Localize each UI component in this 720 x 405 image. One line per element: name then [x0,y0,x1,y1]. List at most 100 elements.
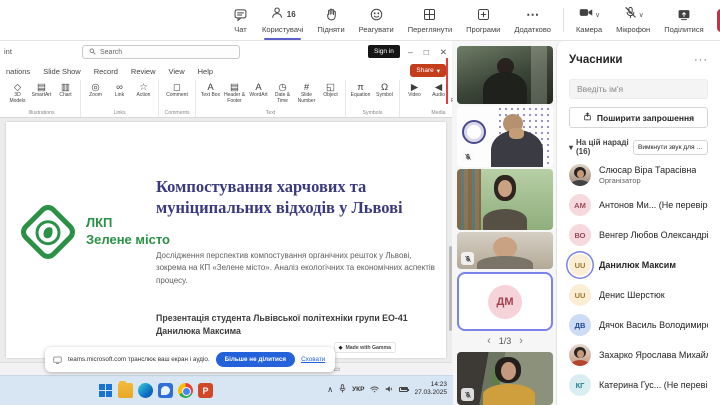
participant-row[interactable]: КГ Катерина Гус... (Не перевірено) [557,370,720,400]
more-icon: ⋯ [526,7,539,23]
zelene-misto-logo: ЛКП Зелене місто [20,210,170,254]
ribbon-button-chart[interactable]: ▥Chart [54,82,77,99]
ppt-ribbon-tabs: nations Slide Show Record Review View He… [0,63,452,80]
ribbon-button-symbol[interactable]: ΩSymbol [373,82,396,99]
volume-icon [385,380,393,398]
battery-icon [399,387,408,392]
windows-start-icon[interactable] [98,383,113,398]
video-tile-dm-active-speaker[interactable]: ДМ [457,272,553,331]
maximize-button[interactable]: □ [424,47,429,57]
participant-role: Організатор [599,176,696,185]
ppt-share-button[interactable]: Share▾ [410,64,446,77]
video-tile-3[interactable] [457,169,553,230]
participant-row-active-speaker[interactable]: UU Данилюк Максим [557,250,720,280]
stop-sharing-button[interactable]: Більше не ділитися [216,352,295,367]
video-pagination: ‹ 1/3 › [457,333,553,349]
video-tile-2[interactable] [457,106,553,167]
pagination-prev-icon[interactable]: ‹ [487,336,491,346]
avatar: UU [569,254,591,276]
share-invite-button[interactable]: Поширити запрошення [569,107,708,128]
participant-row[interactable]: ВО Венгер Любов Олександрівна [557,220,720,250]
slide-canvas: ЛКП Зелене місто Компостування харчових … [0,118,452,362]
powerpoint-app-icon[interactable]: P [198,383,213,398]
ribbon-button-wordart[interactable]: AWordArt [247,82,270,99]
mute-all-button[interactable]: Вимкнути звук для … [633,140,708,155]
in-meeting-section[interactable]: ▾ На цій нараді (16) [569,138,633,156]
ribbon-button-video[interactable]: ▶Video [403,82,426,99]
slide-body-text: Дослідження перспектив компостування орг… [156,250,436,287]
teams-meeting-window: Чат 16 Користувачі Підняти Реагувати [0,0,720,405]
share-screen-button[interactable]: Поділитися [657,0,710,40]
mic-muted-icon [623,5,638,25]
video-tile-1[interactable] [457,46,553,104]
ribbon-button-equation[interactable]: πEquation [349,82,372,99]
sign-in-button[interactable]: Sign in [368,45,400,58]
keyboard-language-indicator[interactable]: УКР [352,386,364,393]
notification-text: teams.microsoft.com транслює ваш екран і… [68,356,210,363]
participant-row[interactable]: UU Денис Шерстюк [557,280,720,310]
tab-view[interactable]: View [169,67,185,76]
raise-hand-button[interactable]: Підняти [310,0,351,40]
ribbon-button-zoom[interactable]: ◎Zoom [84,82,107,99]
participant-row[interactable]: Слюсар Віра Тарасівна Організатор [557,160,720,190]
pagination-next-icon[interactable]: › [519,336,523,346]
microphone-button[interactable]: ∨ Мікрофон [609,0,657,40]
chat-button[interactable]: Чат [226,0,255,40]
participant-search-input[interactable] [569,79,708,99]
meeting-toolbar: Чат 16 Користувачі Підняти Реагувати [0,0,720,41]
ribbon-button-header-footer[interactable]: ▤Header & Footer [223,82,246,105]
video-strip: ДМ ‹ 1/3 › [453,41,556,405]
ribbon-button-link[interactable]: ∞Link [108,82,131,99]
mic-options-chevron-icon[interactable]: ∨ [639,11,644,19]
video-strip-scrollbar[interactable] [449,246,452,331]
ppt-search-box[interactable]: Search [82,45,240,59]
file-explorer-icon[interactable] [118,383,133,398]
edge-browser-icon[interactable] [138,383,153,398]
tab-animations[interactable]: nations [6,67,30,76]
hide-notification-link[interactable]: Сховати [301,356,325,363]
tray-chevron-icon[interactable]: ∧ [327,385,333,394]
ribbon-button-comment[interactable]: ◻Comment [162,82,192,99]
tab-help[interactable]: Help [198,67,213,76]
leave-button[interactable]: Вийти [717,9,720,32]
tab-review[interactable]: Review [131,67,156,76]
chrome-browser-icon[interactable] [178,383,193,398]
share-screen-icon [676,7,692,23]
logo-diamond-icon [17,201,79,263]
taskbar-clock[interactable]: 14:23 27.03.2025 [414,381,447,398]
ribbon-button-date-time[interactable]: ◷Date & Time [271,82,294,105]
ribbon-button-object[interactable]: ◱Object [319,82,342,99]
more-button[interactable]: ⋯ Додатково [507,0,558,40]
slide-presenter-text: Презентація студента Львівської політехн… [156,312,442,338]
screen-share-notification: teams.microsoft.com транслює ваш екран і… [45,347,335,372]
participant-row[interactable]: Захарко Ярослава Михайлівна [557,340,720,370]
blue-app-icon[interactable] [158,383,173,398]
tab-record[interactable]: Record [94,67,118,76]
ribbon-button-3d-models[interactable]: ◇3D Models [6,82,29,105]
camera-options-chevron-icon[interactable]: ∨ [595,11,600,19]
minimize-button[interactable]: – [408,47,413,57]
people-button[interactable]: 16 Користувачі [255,0,310,40]
participants-panel: Учасники ··· Поширити запрошення ▾ На ці… [556,41,720,405]
avatar [569,344,591,366]
video-tile-4[interactable] [457,232,553,269]
participant-row[interactable]: ДВ Дячок Василь Володимирович [557,310,720,340]
participant-count-badge: 16 [287,10,296,19]
ribbon-button-text-box[interactable]: AText Box [199,82,222,99]
apps-icon [476,7,491,23]
participant-row[interactable]: АМ Антонов Ми... (Не перевірено) [557,190,720,220]
camera-button[interactable]: ∨ Камера [569,0,609,40]
view-button[interactable]: Переглянути [401,0,459,40]
tab-slide-show[interactable]: Slide Show [43,67,81,76]
apps-button[interactable]: Програми [459,0,507,40]
mic-muted-badge [461,252,474,265]
gamma-icon: ◆ [339,345,343,351]
system-tray[interactable]: ∧ УКР 14:23 27.03.2025 [327,380,447,398]
panel-more-icon[interactable]: ··· [694,57,708,63]
ribbon-button-slide-number[interactable]: #Slide Number [295,82,318,105]
ribbon-button-smartart[interactable]: ▤SmartArt [30,82,53,99]
close-button[interactable]: ✕ [440,47,447,58]
video-tile-5[interactable] [457,352,553,405]
react-button[interactable]: Реагувати [352,0,401,40]
ribbon-button-action[interactable]: ☆Action [132,82,155,99]
